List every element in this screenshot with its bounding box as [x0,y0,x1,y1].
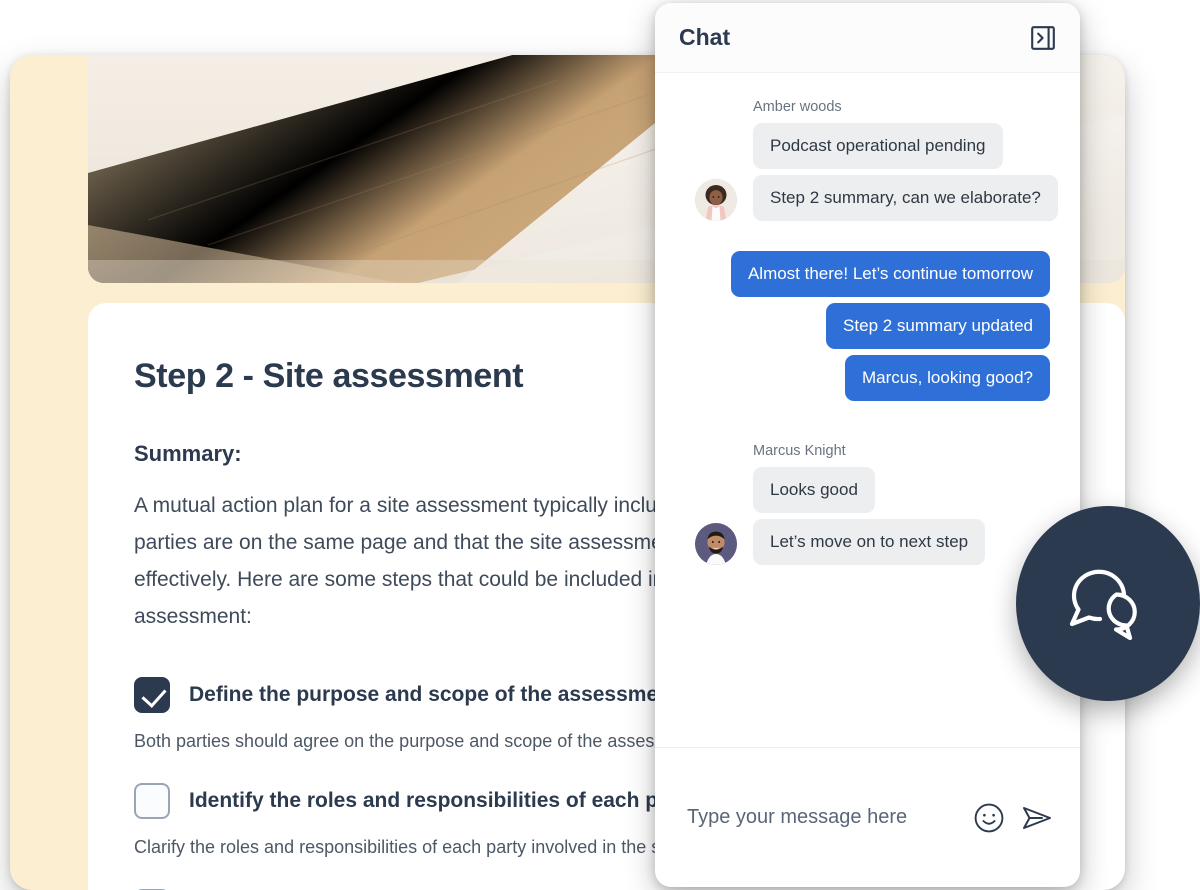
message-bubble: Step 2 summary updated [826,303,1050,349]
message-bubble: Almost there! Let’s continue tomorrow [730,251,1050,297]
avatar-amber-woods [695,179,737,221]
message-bubble: Step 2 summary, can we elaborate? [753,175,1058,221]
checklist-item-label: Identify the roles and responsibilities … [189,789,697,813]
message-bubble: Podcast operational pending [753,123,1003,169]
chat-panel: Chat Amber woods Podcast operational pen… [655,3,1080,887]
sender-name-amber: Amber woods [753,99,842,115]
checkbox-define-purpose[interactable] [134,677,170,714]
message-group-incoming: Podcast operational pending Step 2 summa… [675,123,1060,227]
smiley-face-icon[interactable] [972,801,1006,835]
panel-collapse-icon[interactable] [1028,23,1058,53]
message-bubble: Let’s move on to next step [753,519,986,565]
message-bubble: Looks good [753,467,875,513]
message-group-incoming: Looks good Let’s move on to next step [675,467,1060,571]
chat-header: Chat [655,3,1080,73]
checklist-item-label: Define the purpose and scope of the asse… [189,683,678,707]
avatar-marcus-knight [695,523,737,565]
sender-name-marcus: Marcus Knight [753,443,846,459]
message-input[interactable] [687,806,958,829]
send-paper-plane-icon[interactable] [1020,801,1054,835]
chat-message-list[interactable]: Amber woods Podcast operational pending … [655,73,1080,747]
message-bubble: Marcus, looking good? [844,355,1050,401]
chat-title: Chat [679,24,731,50]
chat-bubbles-icon [1069,569,1137,640]
chat-fab-button[interactable] [1016,506,1200,701]
checkbox-identify-roles[interactable] [134,783,170,820]
chat-input-bar [655,747,1080,887]
message-group-outgoing: Almost there! Let’s continue tomorrow St… [675,251,1060,407]
screenshot-root: Step 2 - Site assessment Summary: A mutu… [0,0,1200,890]
